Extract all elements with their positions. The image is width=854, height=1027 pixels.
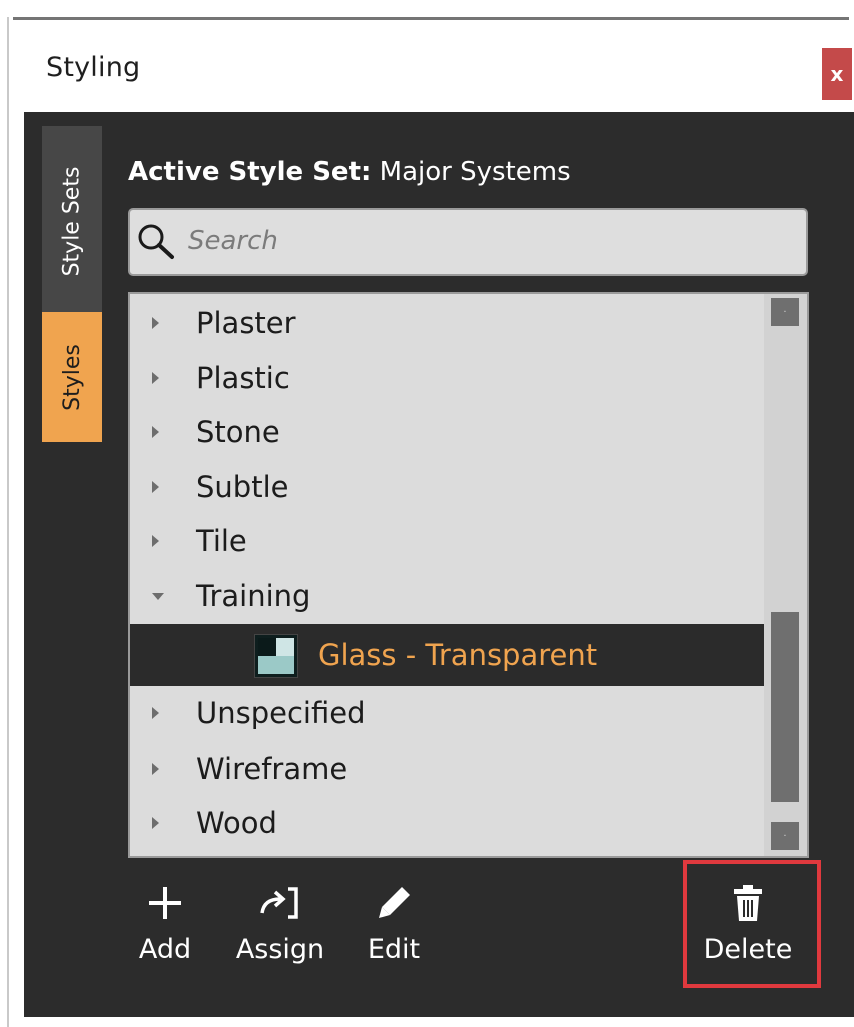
expand-arrow-icon[interactable] [152,481,159,493]
tree-item-label: Plastic [196,361,290,395]
active-style-set-value: Major Systems [379,157,571,187]
tree-item-label: Training [196,579,311,613]
search-input[interactable]: Search [128,208,808,276]
tree-item-label: Glass - Transparent [318,638,598,672]
expand-arrow-icon[interactable] [152,372,159,384]
edit-label: Edit [367,934,421,965]
pencil-icon [379,887,410,918]
expand-arrow-icon[interactable] [152,535,159,547]
delete-button[interactable]: Delete [700,872,796,965]
scroll-thumb[interactable] [771,612,799,802]
tree-item-label: Unspecified [196,696,366,730]
tree-item-plaster[interactable]: Plaster [130,296,764,350]
window-title: Styling [46,52,141,83]
assign-button[interactable]: Assign [232,872,328,965]
tree-item-label: Wood [196,806,277,840]
tab-style-sets[interactable]: Style Sets [42,126,102,316]
tree-item-plastic[interactable]: Plastic [130,351,764,405]
assign-label: Assign [235,934,325,965]
styles-tree: Plaster Plastic Stone Subtle Tile Traini… [128,292,809,858]
assign-icon [260,887,298,919]
style-swatch-icon [254,634,298,678]
tree-item-subtle[interactable]: Subtle [130,460,764,514]
close-button[interactable]: x [822,48,852,100]
trash-icon [734,885,762,921]
tree-item-label: Tile [196,524,247,558]
edit-button[interactable]: Edit [364,872,424,965]
tree-item-label: Wireframe [196,752,348,786]
window-left-border [7,17,9,1027]
collapse-arrow-icon[interactable] [152,592,164,600]
tree-item-wood[interactable]: Wood [130,796,764,850]
delete-label: Delete [703,934,793,965]
tree-item-label: Stone [196,415,280,449]
tab-styles-label: Styles [59,343,85,411]
tree-item-glass-transparent[interactable]: Glass - Transparent [130,624,764,686]
tree-item-training[interactable]: Training [130,569,764,623]
tab-style-sets-label: Style Sets [59,166,85,276]
tree-item-stone[interactable]: Stone [130,405,764,459]
expand-arrow-icon[interactable] [152,707,159,719]
search-icon [138,224,174,259]
expand-arrow-icon[interactable] [152,317,159,329]
scroll-down-button[interactable]: · [771,822,799,850]
add-button[interactable]: Add [134,872,196,965]
tree-item-label: Plaster [196,306,296,340]
window-top-border [13,17,849,20]
styling-panel: Style Sets Styles Active Style Set: Majo… [24,112,854,1017]
add-label: Add [138,934,192,965]
tree-item-label: Subtle [196,470,289,504]
tree-scrollbar[interactable]: · · [764,294,807,856]
active-style-set: Active Style Set: Major Systems [128,157,571,187]
search-placeholder: Search [188,226,278,256]
scroll-up-button[interactable]: · [771,298,799,326]
tree-item-unspecified[interactable]: Unspecified [130,686,764,740]
tab-styles[interactable]: Styles [42,312,102,442]
tree-item-wireframe[interactable]: Wireframe [130,742,764,796]
expand-arrow-icon[interactable] [152,763,159,775]
expand-arrow-icon[interactable] [152,426,159,438]
tree-item-tile[interactable]: Tile [130,514,764,568]
plus-icon [149,887,181,919]
active-style-set-label: Active Style Set: [128,157,372,187]
expand-arrow-icon[interactable] [152,817,159,829]
